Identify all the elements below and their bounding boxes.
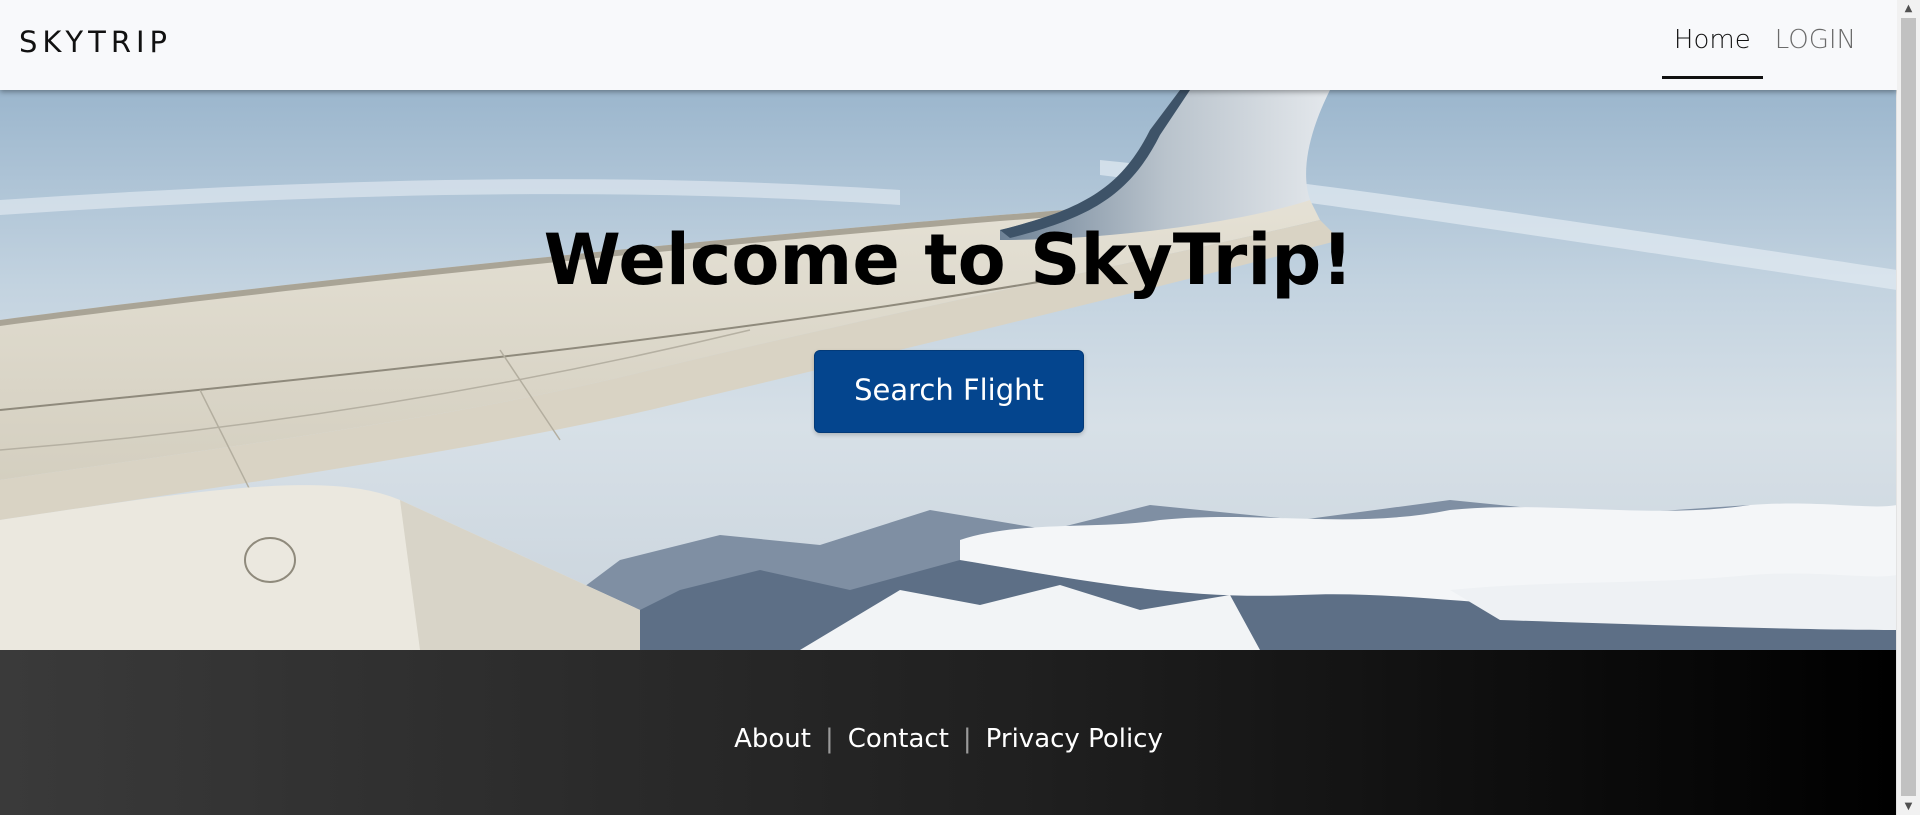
nav-links: Home LOGIN [1661, 20, 1868, 79]
chevron-down-icon[interactable]: ▼ [1897, 798, 1920, 815]
footer-separator: | [962, 724, 972, 754]
footer-privacy-policy-link[interactable]: Privacy Policy [986, 722, 1163, 756]
footer-separator: | [824, 724, 834, 754]
hero-section: Welcome to SkyTrip! Search Flight [0, 90, 1897, 650]
footer-links: About | Contact | Privacy Policy [0, 722, 1897, 756]
nav-home-link[interactable]: Home [1661, 20, 1763, 79]
chevron-up-icon[interactable]: ▲ [1897, 0, 1920, 17]
page: SKYTRIP Home LOGIN Welcome to SkyTrip! S… [0, 0, 1920, 815]
vertical-scrollbar[interactable]: ▲ ▼ [1896, 0, 1920, 815]
footer: About | Contact | Privacy Policy [0, 650, 1897, 815]
search-flight-button[interactable]: Search Flight [814, 350, 1084, 433]
scrollbar-thumb[interactable] [1901, 18, 1916, 796]
viewport: SKYTRIP Home LOGIN Welcome to SkyTrip! S… [0, 0, 1897, 815]
nav-login-link[interactable]: LOGIN [1763, 20, 1868, 79]
footer-about-link[interactable]: About [734, 722, 811, 756]
navbar: SKYTRIP Home LOGIN [0, 0, 1897, 90]
footer-contact-link[interactable]: Contact [848, 722, 949, 756]
brand-logo[interactable]: SKYTRIP [19, 24, 172, 60]
hero-title: Welcome to SkyTrip! [543, 219, 1354, 301]
